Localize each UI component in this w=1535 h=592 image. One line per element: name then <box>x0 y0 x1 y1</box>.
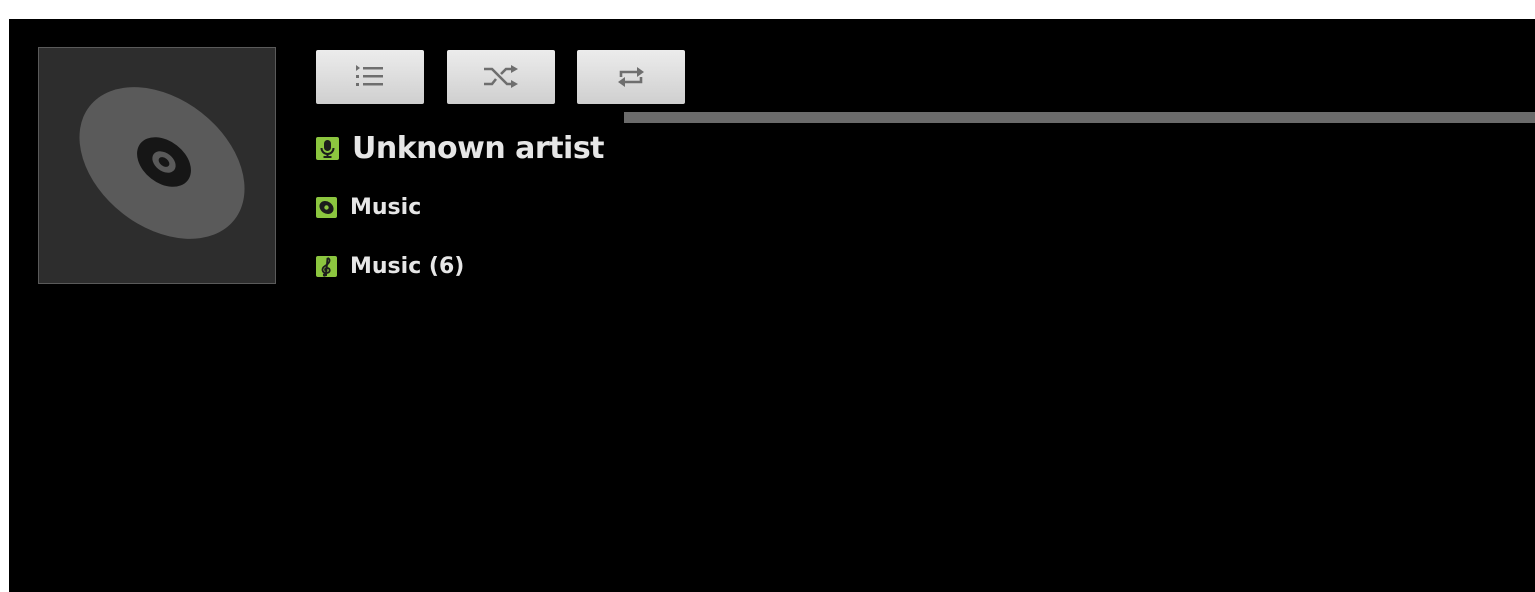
shuffle-button[interactable] <box>447 50 555 104</box>
repeat-button[interactable] <box>577 50 685 104</box>
repeat-icon <box>618 67 644 87</box>
playlist-queue-icon <box>356 65 383 86</box>
treble-clef-icon <box>316 256 337 277</box>
disc-icon <box>316 197 337 218</box>
artist-name: Unknown artist <box>352 131 605 166</box>
album-art <box>38 47 276 284</box>
music-player-screen: Unknown artist Music Music (6) <box>9 19 1535 592</box>
artist-row: Unknown artist <box>316 131 605 166</box>
cd-disc-icon <box>79 87 245 239</box>
playlist-name: Music (6) <box>350 254 465 279</box>
shuffle-icon <box>484 65 518 88</box>
playlist-row: Music (6) <box>316 254 464 279</box>
queue-button[interactable] <box>316 50 424 104</box>
album-row: Music <box>316 195 421 220</box>
album-name: Music <box>350 195 422 220</box>
progress-bar[interactable] <box>624 112 1535 123</box>
microphone-icon <box>316 137 339 160</box>
